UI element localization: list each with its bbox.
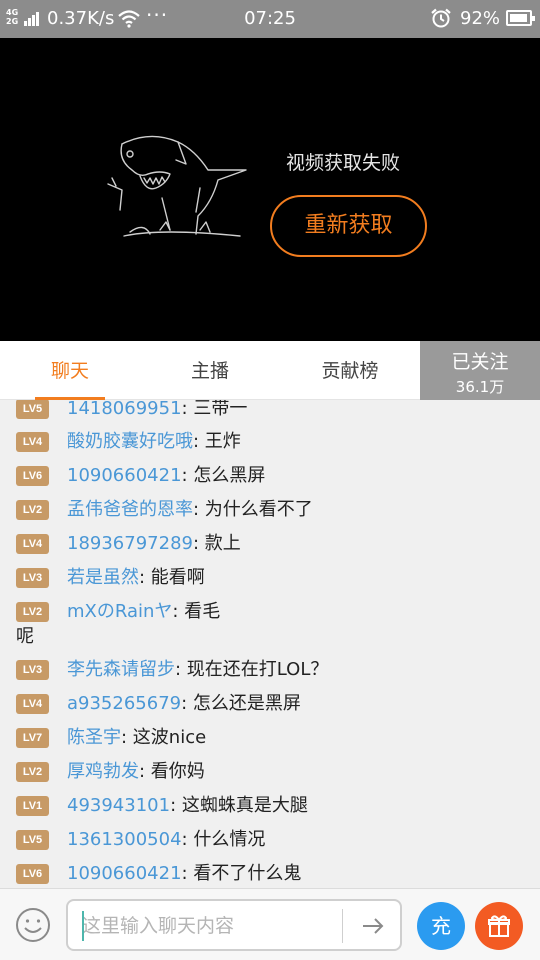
chat-username[interactable]: 若是虽然: [67, 567, 139, 588]
chat-message: LV7 陈圣宇: 这波nice: [16, 721, 531, 755]
battery-icon: [506, 10, 535, 26]
level-badge: LV6: [16, 864, 49, 884]
chat-username[interactable]: 酸奶胶囊好吃哦: [67, 431, 193, 452]
recharge-button[interactable]: 充: [417, 902, 465, 950]
chat-message: LV4 酸奶胶囊好吃哦: 王炸: [16, 425, 531, 459]
chat-text: : 王炸: [193, 431, 241, 452]
level-badge: LV1: [16, 796, 49, 816]
chat-message: LV5 1361300504: 什么情况: [16, 823, 531, 857]
chat-message: LV4 18936797289: 款上: [16, 527, 531, 561]
video-player[interactable]: 视频获取失败 重新获取: [0, 38, 540, 341]
chat-username[interactable]: 1090660421: [67, 863, 182, 884]
chat-username[interactable]: a935265679: [67, 693, 181, 714]
chat-text: : 三带一: [181, 400, 248, 419]
chat-username[interactable]: 李先森请留步: [67, 659, 175, 680]
chat-text: : 这蜘蛛真是大腿: [170, 795, 308, 816]
level-badge: LV3: [16, 660, 49, 680]
chat-username[interactable]: 厚鸡勃发: [67, 761, 139, 782]
chat-username[interactable]: 493943101: [67, 795, 170, 816]
shark-illustration-icon: [100, 130, 250, 246]
chat-input[interactable]: [82, 911, 340, 941]
level-badge: LV6: [16, 466, 49, 486]
chat-text: : 怎么黑屏: [181, 465, 266, 486]
level-badge: LV2: [16, 762, 49, 782]
follow-button[interactable]: 已关注 36.1万: [420, 341, 540, 400]
chat-text: : 什么情况: [181, 829, 266, 850]
chat-text: : 能看啊: [139, 567, 205, 588]
chat-input-bar: 充: [0, 888, 540, 960]
chat-message: LV1 493943101: 这蜘蛛真是大腿: [16, 789, 531, 823]
follower-count: 36.1万: [455, 378, 505, 396]
level-badge: LV3: [16, 568, 49, 588]
emoji-icon[interactable]: [15, 907, 51, 947]
chat-input-box[interactable]: [66, 899, 402, 951]
clock: 07:25: [244, 8, 296, 29]
chat-message: LV4 a935265679: 怎么还是黑屏: [16, 687, 531, 721]
chat-message: LV5 1418069951: 三带一: [16, 400, 531, 426]
chat-message: LV6 1090660421: 怎么黑屏: [16, 459, 531, 493]
level-badge: LV2: [16, 500, 49, 520]
chat-message: LV3 李先森请留步: 现在还在打LOL？: [16, 653, 531, 687]
chat-username[interactable]: mXのRainヤ: [67, 601, 172, 622]
level-badge: LV4: [16, 534, 49, 554]
text-cursor: [82, 911, 84, 941]
chat-username[interactable]: 1361300504: [67, 829, 182, 850]
gift-button[interactable]: [475, 902, 523, 950]
chat-text: : 怎么还是黑屏: [181, 693, 301, 714]
chat-username[interactable]: 1418069951: [67, 400, 182, 419]
tab-leaderboard[interactable]: 贡献榜: [280, 341, 420, 400]
level-badge: LV4: [16, 432, 49, 452]
level-badge: LV2: [16, 602, 49, 622]
chat-username[interactable]: 18936797289: [67, 533, 193, 554]
level-badge: LV5: [16, 830, 49, 850]
chat-username[interactable]: 1090660421: [67, 465, 182, 486]
level-badge: LV5: [16, 400, 49, 419]
chat-username[interactable]: 陈圣宇: [67, 727, 121, 748]
chat-text: 呢: [16, 626, 34, 647]
chat-list[interactable]: LV5 1418069951: 三带一 LV4 酸奶胶囊好吃哦: 王炸 LV6 109…: [0, 400, 540, 888]
input-divider: [342, 909, 343, 943]
chat-message: LV3 若是虽然: 能看啊: [16, 561, 531, 595]
chat-text: : 这波nice: [121, 727, 207, 748]
gift-icon: [488, 915, 510, 937]
follow-label: 已关注: [451, 351, 509, 373]
chat-text: : 款上: [192, 533, 241, 554]
chat-message: LV6 1090660421: 看不了什么鬼: [16, 857, 531, 888]
level-badge: LV4: [16, 694, 49, 714]
chat-text: : 看不了什么鬼: [181, 863, 302, 884]
chat-text: : 看你妈: [139, 761, 205, 782]
status-bar: 4G 2G 0.37K/s ··· 07:25 92%: [0, 0, 540, 38]
video-fail-message: 视频获取失败: [286, 152, 401, 174]
chat-text: : 现在还在打LOL？: [175, 659, 329, 680]
battery-percent: 92%: [460, 8, 501, 29]
chat-message: LV2 孟伟爸爸的恩率: 为什么看不了: [16, 493, 531, 527]
alarm-icon: [430, 8, 452, 32]
chat-text: : 看毛: [172, 601, 221, 622]
tab-chat[interactable]: 聊天: [0, 341, 140, 400]
retry-button[interactable]: 重新获取: [270, 195, 427, 257]
level-badge: LV7: [16, 728, 49, 748]
chat-message-continuation: 呢: [16, 620, 531, 654]
tab-anchor[interactable]: 主播: [140, 341, 280, 400]
chat-message: LV2 厚鸡勃发: 看你妈: [16, 755, 531, 789]
chat-username[interactable]: 孟伟爸爸的恩率: [67, 499, 193, 520]
send-arrow-icon[interactable]: [358, 911, 388, 945]
chat-text: : 为什么看不了: [193, 499, 313, 520]
